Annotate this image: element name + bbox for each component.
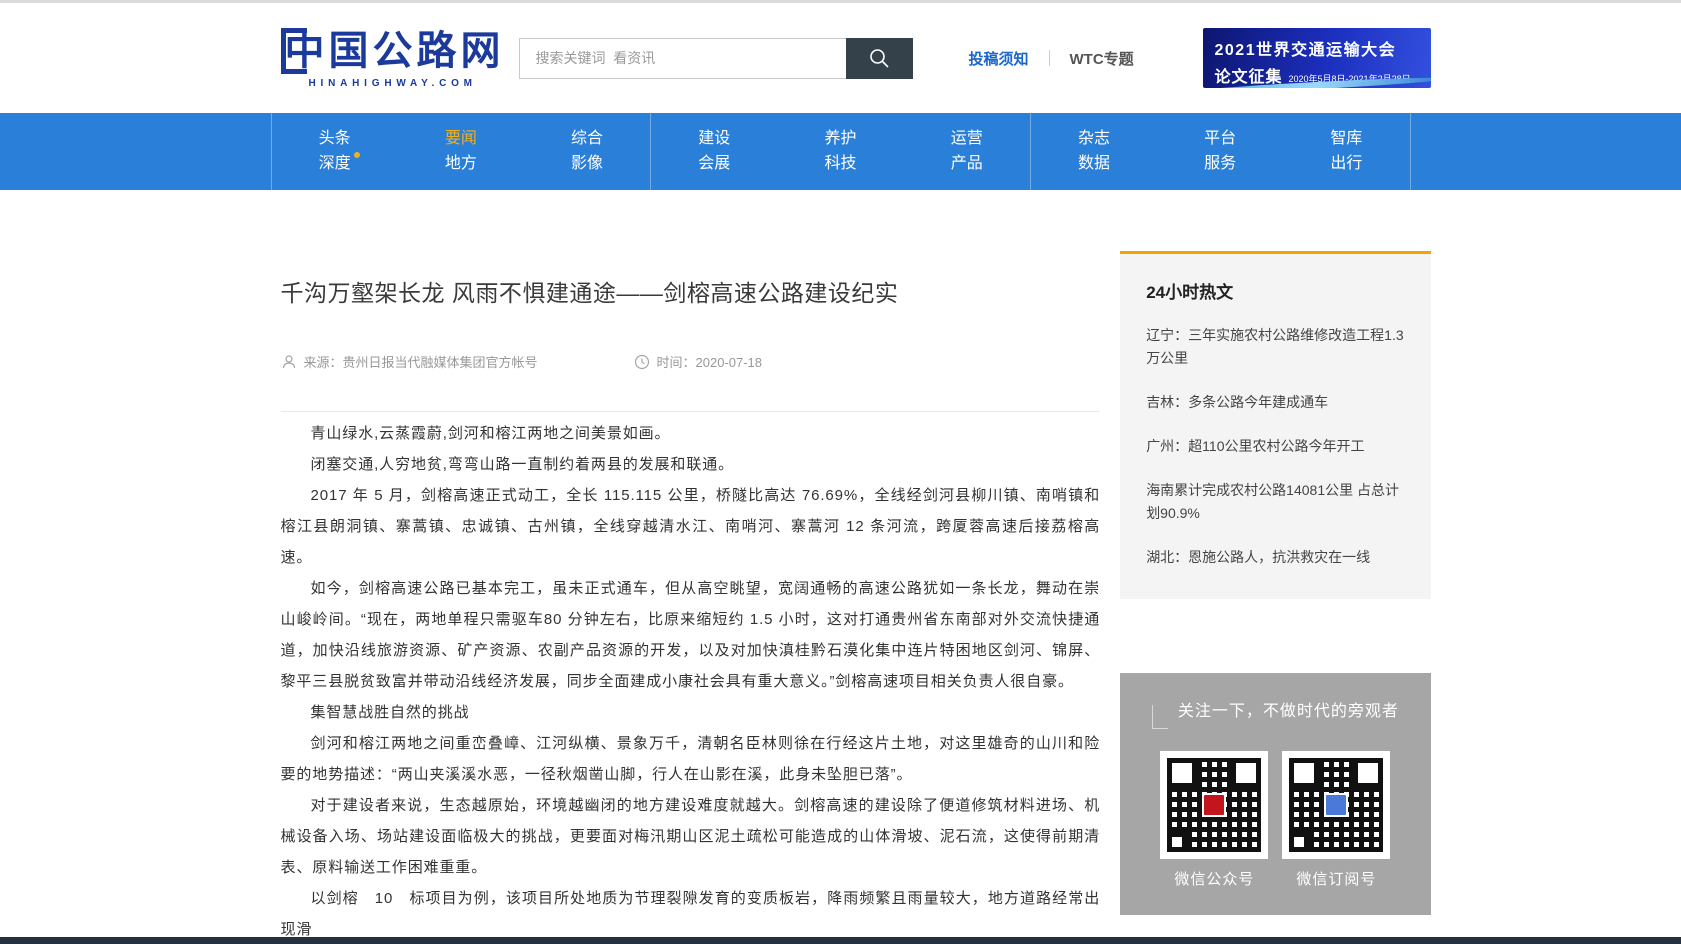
user-icon bbox=[281, 354, 297, 370]
nav-item-yaowen-active[interactable]: 要闻 bbox=[445, 131, 477, 147]
qr-code-image bbox=[1289, 758, 1383, 852]
nav-item-pingtai[interactable]: 平台 bbox=[1204, 131, 1236, 147]
search-icon bbox=[867, 46, 891, 70]
paragraph: 青山绿水,云蒸霞蔚,剑河和榕江两地之间美景如画。 bbox=[281, 418, 1101, 449]
nav-item-huizhan[interactable]: 会展 bbox=[698, 156, 730, 172]
divider bbox=[281, 411, 1101, 412]
qr-center-logo-blue bbox=[1324, 793, 1348, 817]
logo-en-text: HINAHIGHWAY.COM bbox=[309, 78, 505, 89]
site-logo[interactable]: 中国公路网 HINAHIGHWAY.COM bbox=[281, 28, 505, 89]
nav-item-yanghu[interactable]: 养护 bbox=[824, 131, 856, 147]
nav-item-yingxiang[interactable]: 影像 bbox=[571, 156, 603, 172]
time-text: 时间：2020-07-18 bbox=[657, 352, 763, 371]
nav-item-difang[interactable]: 地方 bbox=[445, 156, 477, 172]
nav-item-chanpin[interactable]: 产品 bbox=[951, 156, 983, 172]
nav-item-yunying[interactable]: 运营 bbox=[951, 131, 983, 147]
follow-title: 关注一下，不做时代的旁观者 bbox=[1120, 697, 1430, 729]
article: 千沟万壑架长龙 风雨不惧建通途——剑榕高速公路建设纪实 来源：贵州日报当代融媒体… bbox=[251, 190, 1101, 944]
nav-item-keji[interactable]: 科技 bbox=[824, 156, 856, 172]
nav-group-3: 杂志 数据 平台 服务 智库 出行 bbox=[1030, 113, 1411, 190]
new-indicator-dot bbox=[354, 152, 360, 158]
nav-item-jianshe[interactable]: 建设 bbox=[698, 131, 730, 147]
source-text: 来源：贵州日报当代融媒体集团官方帐号 bbox=[304, 352, 538, 371]
wechat-follow-box: 关注一下，不做时代的旁观者 微信公众号 bbox=[1120, 673, 1430, 915]
corner-decoration bbox=[1152, 705, 1168, 729]
paragraph: 如今，剑榕高速公路已基本完工，虽未正式通车，但从高空眺望，宽阔通畅的高速公路犹如… bbox=[281, 573, 1101, 697]
paragraph: 2017 年 5 月，剑榕高速正式动工，全长 115.115 公里，桥隧比高达 … bbox=[281, 480, 1101, 573]
paragraph: 集智慧战胜自然的挑战 bbox=[281, 697, 1101, 728]
main-nav: 头条 深度 要闻 地方 综合 影像 建设 会展 养护 bbox=[0, 113, 1681, 190]
hot-articles-box: 24小时热文 辽宁：三年实施农村公路维修改造工程1.3万公里 吉林：多条公路今年… bbox=[1120, 251, 1430, 599]
qr-center-logo-red bbox=[1202, 793, 1226, 817]
qr-label: 微信公众号 bbox=[1174, 868, 1254, 889]
sidebar: 24小时热文 辽宁：三年实施农村公路维修改造工程1.3万公里 吉林：多条公路今年… bbox=[1120, 190, 1430, 915]
list-item[interactable]: 湖北：恩施公路人，抗洪救灾在一线 bbox=[1146, 546, 1404, 569]
nav-item-chuxing[interactable]: 出行 bbox=[1330, 156, 1362, 172]
article-source: 来源：贵州日报当代融媒体集团官方帐号 bbox=[281, 352, 538, 371]
list-item[interactable]: 海南累计完成农村公路14081公里 占总计划90.9% bbox=[1146, 479, 1404, 525]
nav-item-zazhi[interactable]: 杂志 bbox=[1078, 131, 1110, 147]
list-item[interactable]: 辽宁：三年实施农村公路维修改造工程1.3万公里 bbox=[1146, 324, 1404, 370]
nav-group-1: 头条 深度 要闻 地方 综合 影像 bbox=[271, 113, 651, 190]
article-meta: 来源：贵州日报当代融媒体集团官方帐号 时间：2020-07-18 bbox=[281, 352, 1101, 371]
nav-group-2: 建设 会展 养护 科技 运营 产品 bbox=[650, 113, 1030, 190]
header-links: 投稿须知 WTC专题 bbox=[969, 48, 1134, 69]
paragraph: 对于建设者来说，生态越原始，环境越幽闭的地方建设难度就越大。剑榕高速的建设除了便… bbox=[281, 790, 1101, 883]
page: 中国公路网 HINAHIGHWAY.COM 投稿须知 WTC专题 2021世界交… bbox=[0, 0, 1681, 944]
wtc-topic-link[interactable]: WTC专题 bbox=[1070, 48, 1134, 69]
banner-subtitle: 论文征集 bbox=[1215, 63, 1283, 87]
search-input[interactable] bbox=[519, 38, 846, 79]
nav-item-zonghe[interactable]: 综合 bbox=[571, 131, 603, 147]
paragraph: 闭塞交通,人穷地贫,弯弯山路一直制约着两县的发展和联通。 bbox=[281, 449, 1101, 480]
list-item[interactable]: 广州：超110公里农村公路今年开工 bbox=[1146, 435, 1404, 458]
page-title: 千沟万壑架长龙 风雨不惧建通途——剑榕高速公路建设纪实 bbox=[281, 274, 1101, 308]
qr-label: 微信订阅号 bbox=[1296, 868, 1376, 889]
footer-bar bbox=[0, 937, 1681, 944]
nav-item-zhiku[interactable]: 智库 bbox=[1330, 131, 1362, 147]
nav-item-toutiao[interactable]: 头条 bbox=[319, 131, 351, 147]
paragraph: 以剑榕 10 标项目为例，该项目所处地质为节理裂隙发育的变质板岩，降雨频繁且雨量… bbox=[281, 883, 1101, 944]
submission-notice-link[interactable]: 投稿须知 bbox=[969, 48, 1029, 69]
search-button[interactable] bbox=[846, 38, 913, 79]
nav-item-shuju[interactable]: 数据 bbox=[1078, 156, 1110, 172]
qr-tile-public-account: 微信公众号 bbox=[1160, 751, 1268, 889]
hot-articles-title: 24小时热文 bbox=[1146, 278, 1404, 303]
banner-title: 2021世界交通运输大会 bbox=[1215, 36, 1431, 60]
header: 中国公路网 HINAHIGHWAY.COM 投稿须知 WTC专题 2021世界交… bbox=[251, 3, 1431, 113]
article-body: 青山绿水,云蒸霞蔚,剑河和榕江两地之间美景如画。 闭塞交通,人穷地贫,弯弯山路一… bbox=[281, 418, 1101, 944]
search-bar bbox=[519, 38, 913, 79]
qr-tile-subscription-account: 微信订阅号 bbox=[1282, 751, 1390, 889]
main-content: 千沟万壑架长龙 风雨不惧建通途——剑榕高速公路建设纪实 来源：贵州日报当代融媒体… bbox=[251, 190, 1431, 944]
nav-item-fuwu[interactable]: 服务 bbox=[1204, 156, 1236, 172]
nav-item-shendu[interactable]: 深度 bbox=[319, 156, 351, 172]
conference-banner-ad[interactable]: 2021世界交通运输大会 论文征集 2020年5月8日-2021年2月28日 bbox=[1203, 28, 1431, 88]
clock-icon bbox=[634, 354, 650, 370]
logo-cn-text: 中国公路网 bbox=[285, 31, 505, 71]
list-item[interactable]: 吉林：多条公路今年建成通车 bbox=[1146, 391, 1404, 414]
paragraph: 剑河和榕江两地之间重峦叠嶂、江河纵横、景象万千，清朝名臣林则徐在行经这片土地，对… bbox=[281, 728, 1101, 790]
qr-code-image bbox=[1167, 758, 1261, 852]
article-time: 时间：2020-07-18 bbox=[634, 352, 763, 371]
link-separator bbox=[1049, 50, 1050, 66]
